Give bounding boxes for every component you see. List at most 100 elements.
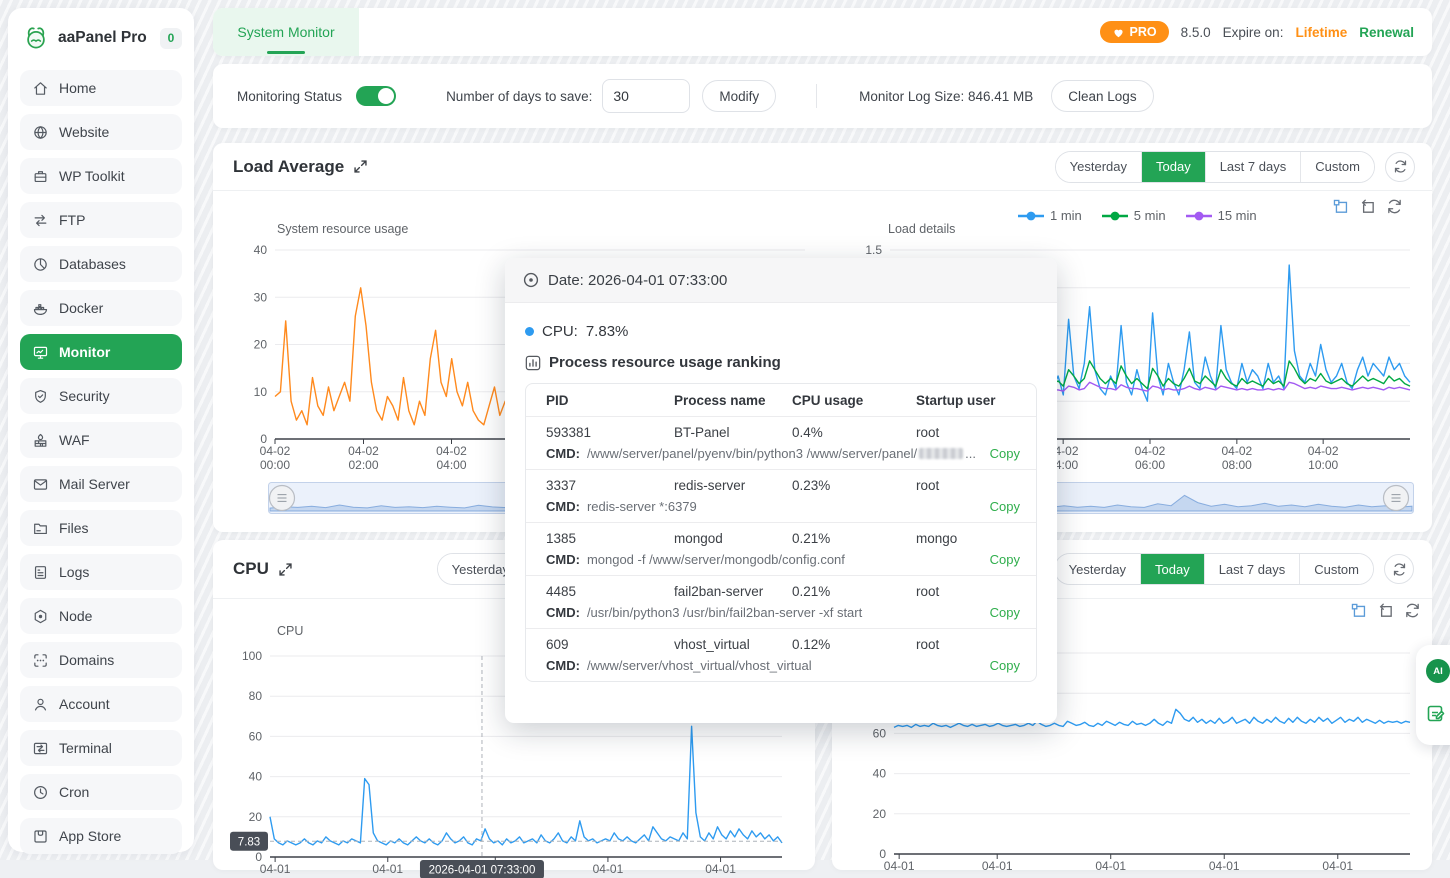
sidebar-item-label: Mail Server bbox=[59, 476, 130, 492]
process-cell: 0.21% bbox=[792, 584, 916, 599]
monitoring-status-bar: Monitoring Status Number of days to save… bbox=[213, 64, 1432, 128]
sidebar-item-monitor[interactable]: Monitor bbox=[20, 334, 182, 370]
process-cell: root bbox=[916, 425, 1020, 440]
sidebar-item-website[interactable]: Website bbox=[20, 114, 182, 150]
process-cell: fail2ban-server bbox=[674, 584, 792, 599]
process-cell: mongod bbox=[674, 531, 792, 546]
sidebar-item-app-store[interactable]: App Store bbox=[20, 818, 182, 854]
svg-text:30: 30 bbox=[254, 290, 268, 304]
load-details-chart-title: Load details bbox=[888, 222, 955, 236]
cpu-chart-title: CPU bbox=[277, 624, 303, 638]
svg-text:04-0202:00: 04-0202:00 bbox=[348, 444, 379, 472]
period-last-7-days[interactable]: Last 7 days bbox=[1206, 152, 1302, 182]
legend-item-5-min[interactable]: 5 min bbox=[1102, 208, 1166, 223]
sidebar-item-databases[interactable]: Databases bbox=[20, 246, 182, 282]
process-cell: vhost_virtual bbox=[674, 637, 792, 652]
process-cell: 0.4% bbox=[792, 425, 916, 440]
domains-icon bbox=[32, 652, 49, 669]
copy-link[interactable]: Copy bbox=[980, 446, 1020, 461]
chart-toolbox bbox=[1332, 198, 1403, 215]
chart-refresh-icon[interactable] bbox=[1404, 602, 1421, 619]
period-custom[interactable]: Custom bbox=[1301, 152, 1374, 182]
cmd-label: CMD: bbox=[546, 605, 580, 620]
sidebar-item-wp-toolkit[interactable]: WP Toolkit bbox=[20, 158, 182, 194]
sidebar-nav: Home Website WP Toolkit FTP Databases Docker M… bbox=[8, 60, 194, 872]
process-table-header: PIDProcess nameCPU usageStartup user bbox=[526, 384, 1036, 417]
chart-toolbox bbox=[1350, 602, 1421, 619]
period-today[interactable]: Today bbox=[1142, 152, 1206, 182]
clean-logs-button[interactable]: Clean Logs bbox=[1051, 80, 1153, 112]
slider-handle[interactable] bbox=[270, 486, 295, 511]
period-button-group: YesterdayTodayLast 7 daysCustom bbox=[1055, 151, 1375, 183]
period-today[interactable]: Today bbox=[1141, 554, 1205, 584]
chart-refresh-icon[interactable] bbox=[1386, 198, 1403, 215]
shield-icon bbox=[32, 388, 49, 405]
zoom-select-icon[interactable] bbox=[1350, 602, 1367, 619]
sidebar-item-files[interactable]: Files bbox=[20, 510, 182, 546]
period-yesterday[interactable]: Yesterday bbox=[1055, 554, 1141, 584]
renewal-link[interactable]: Renewal bbox=[1359, 25, 1414, 40]
popup-cpu-value: 7.83% bbox=[586, 323, 629, 340]
svg-text:40: 40 bbox=[254, 243, 268, 257]
legend-item-15-min[interactable]: 15 min bbox=[1186, 208, 1257, 223]
svg-text:04-01: 04-01 bbox=[1209, 859, 1240, 873]
sidebar: aaPanel Pro 0 HomeWebsiteWP ToolkitFTPDa… bbox=[8, 8, 194, 852]
popup-cpu-label: CPU: bbox=[542, 323, 578, 340]
expire-label: Expire on: bbox=[1223, 25, 1284, 40]
copy-link[interactable]: Copy bbox=[980, 605, 1020, 620]
tab-active-indicator bbox=[267, 51, 305, 54]
copy-link[interactable]: Copy bbox=[980, 499, 1020, 514]
terminal-icon bbox=[32, 740, 49, 757]
sidebar-item-terminal[interactable]: Terminal bbox=[20, 730, 182, 766]
sidebar-item-node[interactable]: Node bbox=[20, 598, 182, 634]
cpu-panel-title-text: CPU bbox=[233, 559, 269, 579]
sidebar-item-label: Databases bbox=[59, 256, 126, 272]
user-icon bbox=[32, 696, 49, 713]
process-cell: mongo bbox=[916, 531, 1020, 546]
sidebar-item-docker[interactable]: Docker bbox=[20, 290, 182, 326]
zoom-restore-icon[interactable] bbox=[1377, 602, 1394, 619]
sidebar-item-account[interactable]: Account bbox=[20, 686, 182, 722]
days-to-save-input[interactable] bbox=[602, 79, 690, 113]
cmd-text: /www/server/panel/pyenv/bin/python3 /www… bbox=[587, 446, 917, 461]
refresh-button[interactable] bbox=[1384, 554, 1414, 584]
period-selector: YesterdayTodayLast 7 daysCustom bbox=[1054, 553, 1414, 585]
column-header: Process name bbox=[674, 393, 792, 408]
copy-link[interactable]: Copy bbox=[980, 552, 1020, 567]
load-average-title: Load Average bbox=[233, 157, 368, 177]
process-row: 1385mongod0.21%mongoCMD:mongod -f /www/s… bbox=[526, 523, 1036, 576]
feedback-note-icon[interactable] bbox=[1426, 703, 1446, 723]
period-custom[interactable]: Custom bbox=[1300, 554, 1373, 584]
period-yesterday[interactable]: Yesterday bbox=[1056, 152, 1142, 182]
sidebar-item-home[interactable]: Home bbox=[20, 70, 182, 106]
expand-icon[interactable] bbox=[353, 159, 368, 174]
sidebar-item-domains[interactable]: Domains bbox=[20, 642, 182, 678]
load-average-header: Load Average YesterdayTodayLast 7 daysCu… bbox=[213, 143, 1432, 191]
appstore-icon bbox=[32, 828, 49, 845]
sidebar-item-ftp[interactable]: FTP bbox=[20, 202, 182, 238]
modify-button[interactable]: Modify bbox=[702, 80, 776, 112]
sidebar-item-cron[interactable]: Cron bbox=[20, 774, 182, 810]
notification-badge[interactable]: 0 bbox=[160, 28, 182, 49]
process-table: PIDProcess nameCPU usageStartup user 593… bbox=[525, 383, 1037, 682]
sidebar-item-logs[interactable]: Logs bbox=[20, 554, 182, 590]
sidebar-item-mail-server[interactable]: Mail Server bbox=[20, 466, 182, 502]
pro-badge[interactable]: PRO bbox=[1100, 21, 1169, 43]
slider-handle[interactable] bbox=[1384, 486, 1409, 511]
legend-item-1-min[interactable]: 1 min bbox=[1018, 208, 1082, 223]
refresh-button[interactable] bbox=[1385, 152, 1415, 182]
sidebar-item-waf[interactable]: WAF bbox=[20, 422, 182, 458]
expand-icon[interactable] bbox=[278, 562, 293, 577]
monitoring-toggle[interactable] bbox=[356, 86, 396, 106]
period-last-7-days[interactable]: Last 7 days bbox=[1205, 554, 1301, 584]
process-cell: 593381 bbox=[546, 425, 674, 440]
copy-link[interactable]: Copy bbox=[980, 658, 1020, 673]
sidebar-item-label: Home bbox=[59, 80, 96, 96]
process-cell: 0.12% bbox=[792, 637, 916, 652]
ai-assistant-button[interactable]: AI bbox=[1426, 659, 1450, 683]
zoom-select-icon[interactable] bbox=[1332, 198, 1349, 215]
tab-system-monitor[interactable]: System Monitor bbox=[213, 8, 359, 56]
zoom-restore-icon[interactable] bbox=[1359, 198, 1376, 215]
svg-text:04-01: 04-01 bbox=[884, 859, 915, 873]
sidebar-item-security[interactable]: Security bbox=[20, 378, 182, 414]
